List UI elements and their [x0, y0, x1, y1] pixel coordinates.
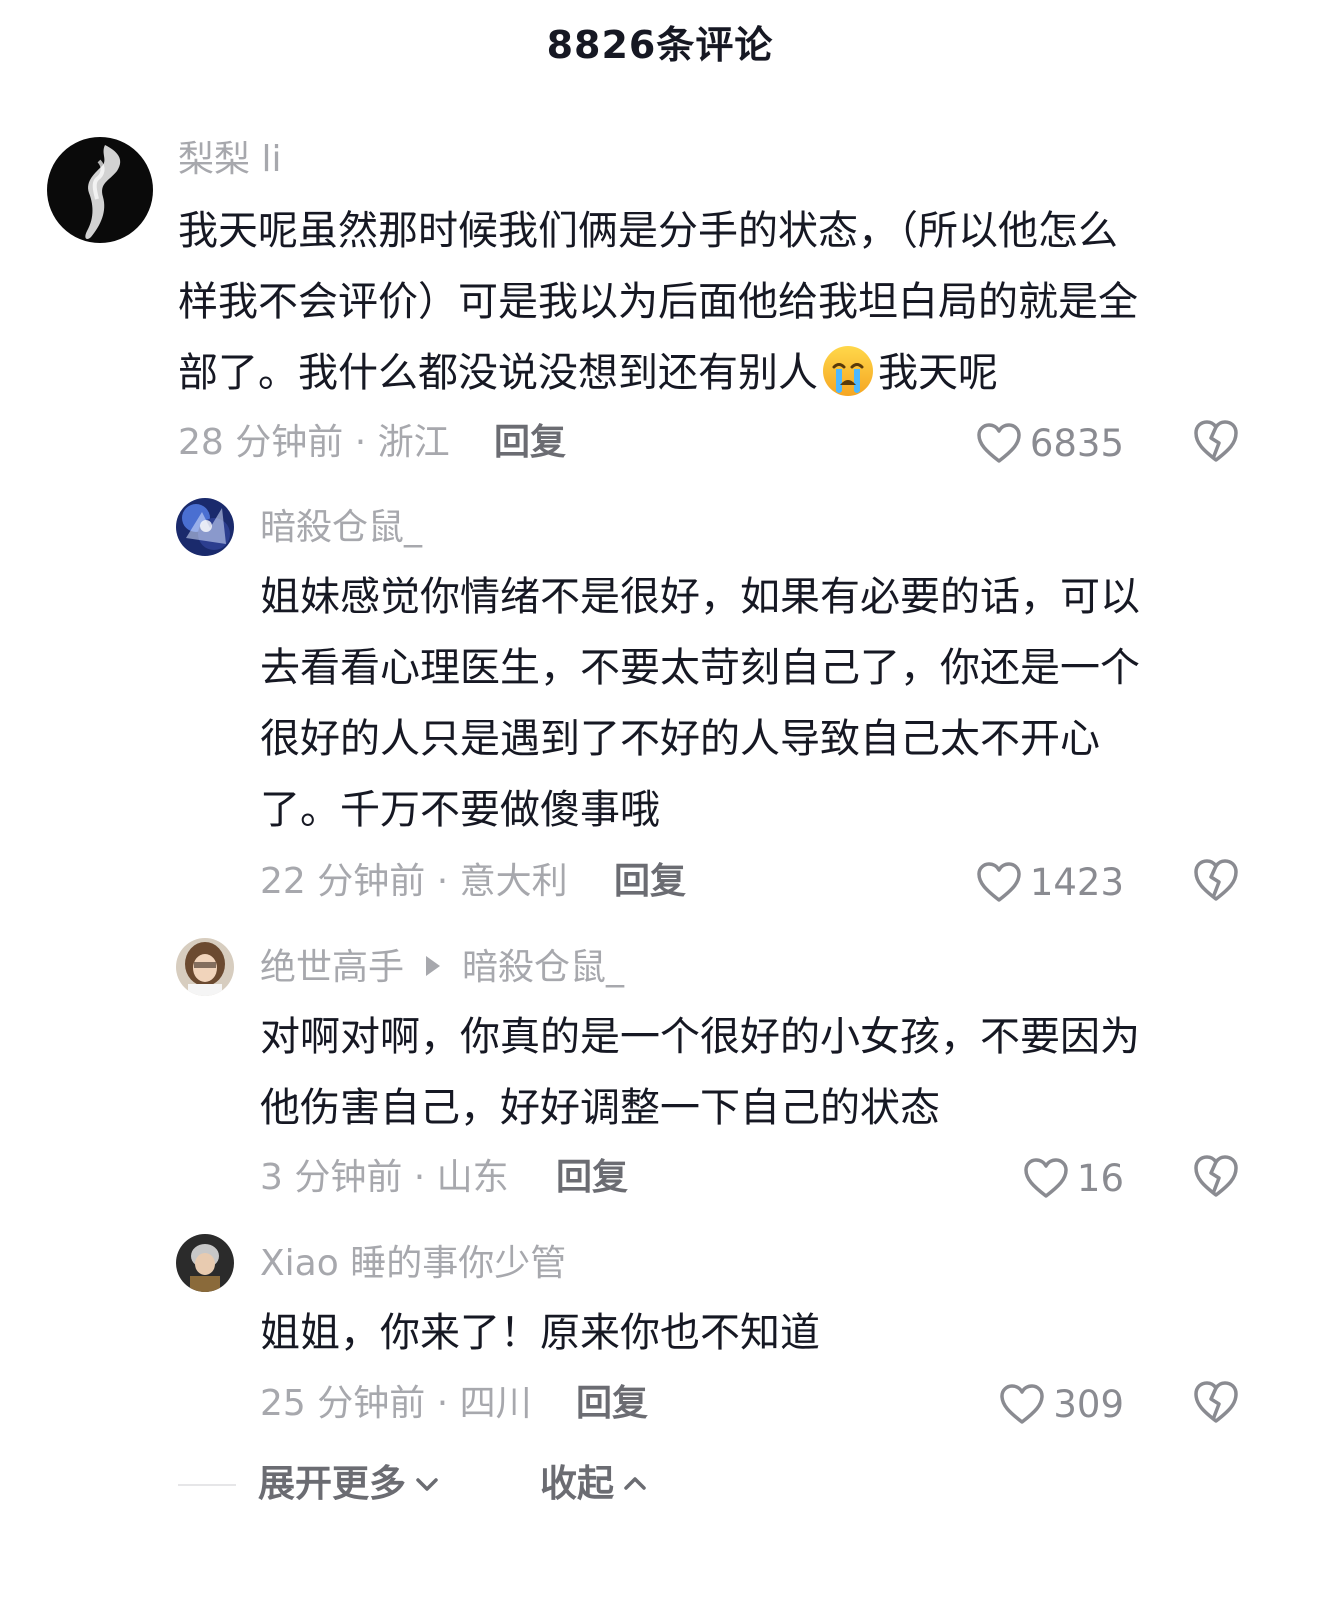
comment-text: 我天呢虽然那时候我们俩是分手的状态，（所以他怎么 样我不会评价）可是我以为后面他… — [178, 196, 1138, 409]
comment-username[interactable]: Xiao 睡的事你少管 — [260, 1242, 566, 1286]
comment-username[interactable]: 暗殺仓鼠_ — [260, 506, 422, 550]
dislike-button[interactable] — [1192, 857, 1242, 907]
expand-more-label: 展开更多 — [258, 1462, 406, 1505]
comment-line: 我天呢虽然那时候我们俩是分手的状态，（所以他怎么 — [178, 208, 1118, 254]
reply-button[interactable]: 回复 — [494, 421, 566, 465]
chevron-down-icon — [416, 1478, 438, 1491]
comment-line: 了。千万不要做傻事哦 — [260, 787, 660, 833]
avatar[interactable] — [176, 938, 234, 996]
comment-line: 姐姐，你来了！原来你也不知道 — [260, 1310, 820, 1356]
crying-face-emoji — [822, 345, 874, 397]
comment-text: 姐姐，你来了！原来你也不知道 — [260, 1298, 820, 1369]
heart-outline-icon — [1000, 1384, 1045, 1424]
dislike-button[interactable] — [1192, 1379, 1242, 1429]
divider — [178, 1484, 236, 1486]
comment-line: 去看看心理医生，不要太苛刻自己了，你还是一个 — [260, 645, 1140, 691]
replies-toggle-row: 展开更多 收起 — [0, 1460, 1320, 1510]
comment-time-location: 28 分钟前 · 浙江 — [178, 422, 450, 463]
like-count: 309 — [1053, 1382, 1124, 1426]
collapse-button[interactable]: 收起 — [540, 1462, 650, 1506]
comment-time-location: 3 分钟前 · 山东 — [260, 1157, 509, 1198]
reply-button[interactable]: 回复 — [556, 1156, 628, 1200]
reply-target[interactable]: 暗殺仓鼠_ — [462, 947, 624, 988]
comment-line: 样我不会评价）可是我以为后面他给我坦白局的就是全 — [178, 279, 1138, 325]
comment-line-segment: 部了。我什么都没说没想到还有别人 — [178, 350, 818, 396]
chevron-up-icon — [624, 1477, 646, 1490]
reply-arrow-icon — [426, 956, 441, 976]
comment-time-location: 22 分钟前 · 意大利 — [260, 861, 568, 902]
reply-button[interactable]: 回复 — [576, 1382, 648, 1426]
dislike-button[interactable] — [1192, 418, 1242, 468]
avatar[interactable] — [47, 137, 153, 243]
comment-text: 姐妹感觉你情绪不是很好，如果有必要的话，可以 去看看心理医生，不要太苛刻自己了，… — [260, 562, 1140, 846]
broken-heart-icon — [1194, 1381, 1238, 1423]
dislike-button[interactable] — [1192, 1153, 1242, 1203]
expand-more-button[interactable]: 展开更多 — [258, 1462, 442, 1506]
comment-line: 姐妹感觉你情绪不是很好，如果有必要的话，可以 — [260, 574, 1140, 620]
comment-username[interactable]: 梨梨 li — [178, 138, 281, 182]
comment-line: 对啊对啊，你真的是一个很好的小女孩，不要因为 — [260, 1014, 1140, 1060]
comment-line: 很好的人只是遇到了不好的人导致自己太不开心 — [260, 716, 1100, 762]
comment-time-location: 25 分钟前 · 四川 — [260, 1383, 532, 1424]
broken-heart-icon — [1194, 1155, 1238, 1197]
comment-line-segment: 我天呢 — [878, 350, 998, 396]
like-button[interactable]: 309 — [999, 1379, 1124, 1429]
heart-outline-icon — [977, 862, 1021, 902]
like-button[interactable]: 1423 — [976, 857, 1124, 907]
reply-button[interactable]: 回复 — [614, 860, 686, 904]
like-count: 1423 — [1029, 860, 1124, 904]
like-button[interactable]: 6835 — [976, 418, 1124, 468]
collapse-label: 收起 — [540, 1462, 614, 1505]
broken-heart-icon — [1194, 420, 1238, 462]
avatar[interactable] — [176, 1234, 234, 1292]
page-title: 8826条评论 — [546, 23, 774, 67]
like-button[interactable]: 16 — [1023, 1153, 1124, 1203]
heart-outline-icon — [1024, 1158, 1068, 1198]
heart-outline-icon — [977, 423, 1021, 463]
reply-author[interactable]: 绝世高手 — [260, 947, 404, 988]
comment-username: 绝世高手 暗殺仓鼠_ — [260, 946, 624, 990]
comment-line-last: 部了。我什么都没说没想到还有别人 我天呢 — [178, 338, 1138, 409]
comment-text: 对啊对啊，你真的是一个很好的小女孩，不要因为 他伤害自己，好好调整一下自己的状态 — [260, 1002, 1140, 1144]
like-count: 16 — [1076, 1156, 1124, 1200]
like-count: 6835 — [1029, 421, 1124, 465]
avatar[interactable] — [176, 498, 234, 556]
broken-heart-icon — [1194, 859, 1238, 901]
comment-line: 他伤害自己，好好调整一下自己的状态 — [260, 1085, 940, 1131]
